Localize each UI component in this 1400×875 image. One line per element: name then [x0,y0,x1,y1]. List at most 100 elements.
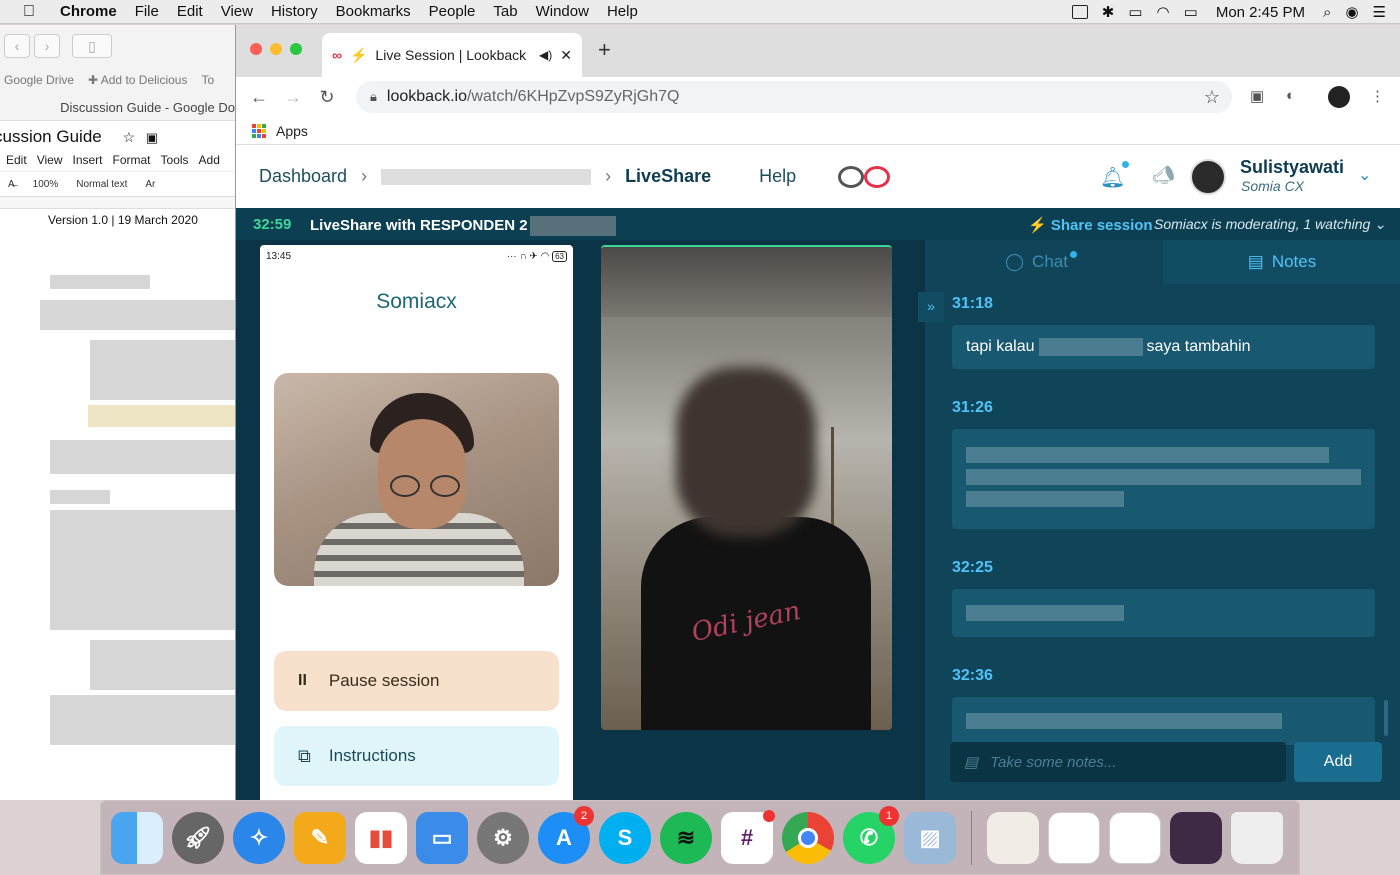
slack-window-icon[interactable] [1170,811,1222,864]
zoom-window-button[interactable] [290,43,302,55]
preview-icon[interactable]: ▨ [904,811,956,864]
note-input[interactable]: ▤ Take some notes... [950,742,1286,782]
apple-icon[interactable]:  [0,3,58,21]
bg-menu-format[interactable]: Format [113,153,151,167]
safari-icon[interactable]: ✧ [233,811,285,864]
bg-doc-title-text[interactable]: cussion Guide [0,127,102,146]
note-item[interactable] [952,429,1375,530]
note-timestamp[interactable]: 32:25 [952,559,1375,577]
close-window-button[interactable] [250,43,262,55]
menubar-clock[interactable]: Mon 2:45 PM [1216,4,1305,21]
wifi-icon[interactable]: ◠ [1157,3,1170,21]
chrome-icon[interactable] [782,811,834,864]
tab-chat[interactable]: ◯ Chat [925,240,1163,284]
bg-tab-title[interactable]: Discussion Guide - Google Do [0,93,239,121]
menu-view[interactable]: View [212,3,262,20]
skype-icon[interactable]: S [599,811,651,864]
bg-bookmark-drive[interactable]: Google Drive [4,73,74,87]
whatsapp-window-icon[interactable] [1109,811,1161,864]
note-timestamp[interactable]: 32:36 [952,667,1375,685]
chevron-down-icon[interactable]: ⌄ [1358,165,1371,185]
bg-back-button[interactable]: ‹ [4,34,30,58]
close-tab-icon[interactable]: ✕ [560,47,572,64]
menu-people[interactable]: People [420,3,485,20]
bg-style-select[interactable]: Normal text [76,179,127,190]
star-icon[interactable]: ☆ [122,129,135,145]
moderation-status-dropdown[interactable]: Somiacx is moderating, 1 watching ⌄ [1154,216,1386,233]
bg-bookmark-to[interactable]: To [201,73,214,87]
note-item[interactable] [952,589,1375,638]
trash-icon[interactable] [1231,811,1283,864]
tab-notes[interactable]: ▤ Notes [1163,240,1400,284]
spellcheck-icon[interactable]: A̶ [8,179,15,190]
menu-file[interactable]: File [126,3,168,20]
notification-bell-icon[interactable]: 🔔︎ [1100,165,1125,190]
bg-forward-button[interactable]: › [34,34,60,58]
reload-icon[interactable]: ↻ [310,87,344,108]
bluetooth-icon[interactable]: ✱ [1102,3,1115,21]
bg-menu-tools[interactable]: Tools [161,153,189,167]
keynote-icon[interactable]: ▭ [416,811,468,864]
add-note-button[interactable]: Add [1294,742,1382,782]
apps-grid-icon[interactable] [252,123,266,138]
note-timestamp[interactable]: 31:26 [952,399,1375,417]
bg-menu-edit[interactable]: Edit [6,153,27,167]
finder-icon[interactable] [111,811,163,864]
profile-avatar-icon[interactable] [1328,86,1350,108]
whatsapp-icon[interactable]: ✆ 1 [843,805,899,864]
help-link[interactable]: Help [759,166,796,187]
bg-sidebar-button[interactable]: ▯ [72,34,112,58]
announcements-icon[interactable]: 📣︎ [1152,165,1175,186]
tab-live-session[interactable]: ∞ ⚡ Live Session | Lookback ◀) ✕ [322,33,582,77]
bg-menu-view[interactable]: View [37,153,63,167]
note-item[interactable] [952,697,1375,746]
note-item[interactable]: tapi kalau saya tambahin [952,325,1375,370]
speaker-icon[interactable]: ◀) [539,48,552,62]
apps-bookmark[interactable]: Apps [276,123,308,139]
lookback-logo-icon[interactable] [836,163,894,191]
pause-session-button[interactable]: II Pause session [274,651,559,711]
user-name[interactable]: Sulistyawati [1240,157,1344,178]
lookback-tray-icon[interactable] [1071,5,1088,19]
bookmark-star-icon[interactable]: ☆ [1204,87,1220,108]
bg-bookmark-delicious[interactable]: ✚ Add to Delicious [88,73,187,87]
collapse-panel-icon[interactable]: » [918,292,944,322]
notes-scrollbar[interactable] [1384,700,1388,736]
menu-window[interactable]: Window [527,3,598,20]
menu-tab[interactable]: Tab [484,3,526,20]
chrome-menu-icon[interactable]: ⋮ [1370,87,1385,105]
bg-zoom-select[interactable]: 100% [33,179,59,190]
system-preferences-icon[interactable]: ⚙ [477,811,529,864]
bg-font-select[interactable]: Ar [145,179,155,190]
notification-center-icon[interactable]: ☰ [1373,3,1386,21]
siri-icon[interactable]: ◉ [1345,3,1358,21]
pages-icon[interactable]: ✎ [294,811,346,864]
launchpad-icon[interactable]: 🚀︎ [172,811,224,864]
breadcrumb-liveshare[interactable]: LiveShare [625,166,711,187]
new-tab-button[interactable]: + [598,37,611,63]
user-avatar[interactable] [1190,159,1226,195]
extension-cast-icon[interactable]: ▣ [1250,87,1264,105]
airplay-icon[interactable]: ▭ [1128,3,1142,21]
menu-edit[interactable]: Edit [168,3,212,20]
battery-icon[interactable]: ▭ [1184,3,1198,21]
spotlight-search-icon[interactable]: ⌕ [1323,4,1331,21]
url-input[interactable]: 🔒︎ lookback.io/watch/6KHpZvpS9ZyRjGh7Q ☆ [356,81,1232,113]
slack-icon[interactable]: # [721,809,775,864]
share-session-button[interactable]: ⚡ Share session [1028,216,1153,234]
menu-history[interactable]: History [262,3,327,20]
minimize-window-button[interactable] [270,43,282,55]
folder-icon[interactable]: ▣ [146,130,158,145]
app-store-icon[interactable]: A2 [538,805,594,864]
bg-menu-addons[interactable]: Add [199,153,220,167]
menu-bookmarks[interactable]: Bookmarks [327,3,420,20]
pdf-document-icon[interactable] [987,811,1039,864]
instructions-button[interactable]: ⧉ Instructions [274,726,559,786]
bg-menu-insert[interactable]: Insert [72,153,102,167]
extension-circle-icon[interactable]: ◐ [1286,87,1295,104]
forward-arrow-icon[interactable]: → [276,87,310,108]
menu-help[interactable]: Help [598,3,647,20]
back-arrow-icon[interactable]: ← [242,87,276,108]
spotify-icon[interactable]: ≋ [660,811,712,864]
note-timestamp[interactable]: 31:18 [952,295,1375,313]
